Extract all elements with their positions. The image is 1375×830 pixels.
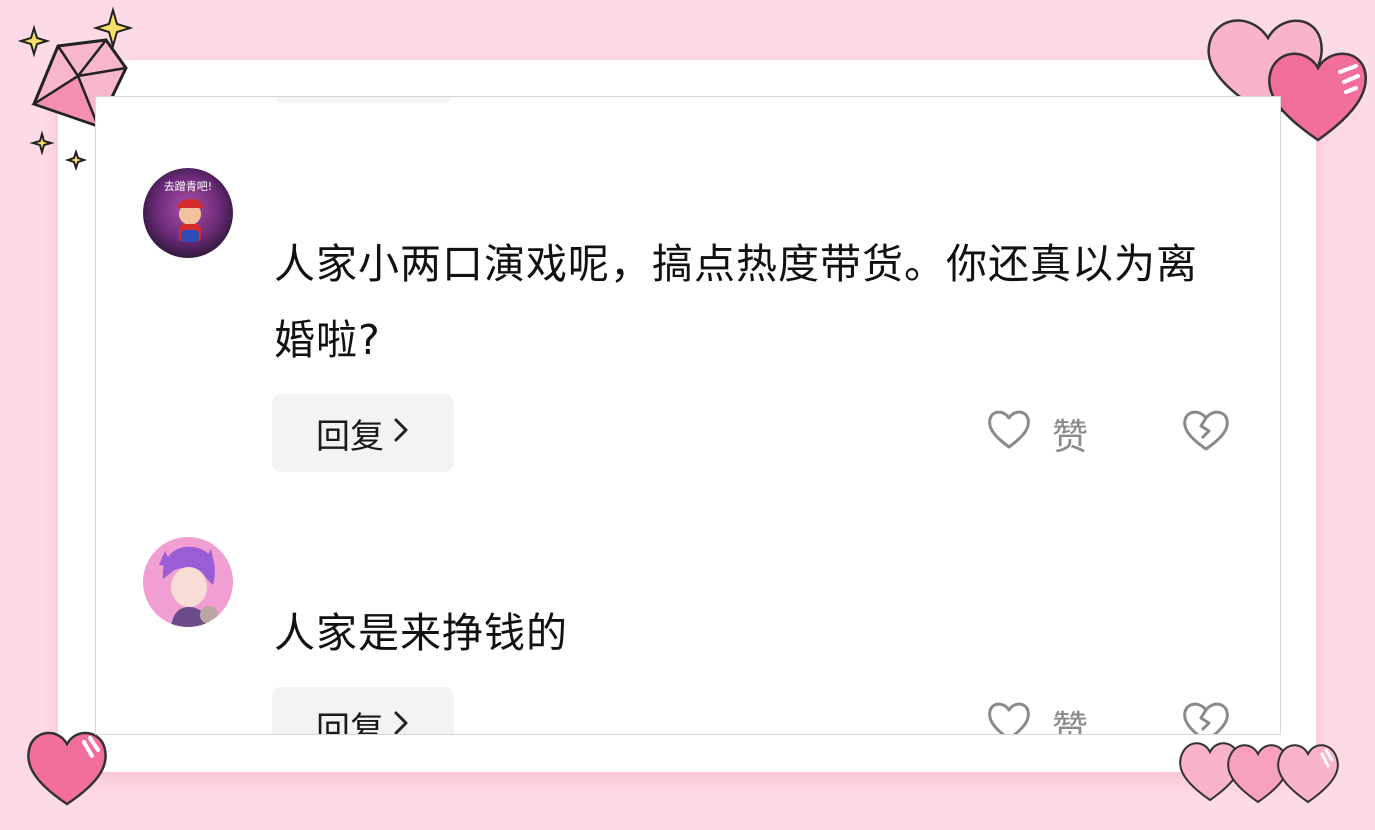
comment-text: 人家小两口演戏呢，搞点热度带货。你还真以为离婚啦?: [274, 240, 1198, 364]
avatar-image: [143, 537, 233, 627]
reply-button-cut-off[interactable]: [273, 97, 453, 103]
like-label: 赞: [1052, 416, 1089, 458]
heart-sticker-icon: [27, 731, 107, 806]
reply-button[interactable]: 回复: [272, 394, 454, 472]
like-button[interactable]: 赞: [986, 699, 1089, 735]
chevron-right-icon: [392, 416, 410, 451]
svg-text:去蹭青吧!: 去蹭青吧!: [164, 179, 212, 193]
avatar[interactable]: 去蹭青吧!: [143, 168, 233, 258]
avatar-image: 去蹭青吧!: [143, 168, 233, 258]
heart-outline-icon: [986, 699, 1032, 734]
like-button[interactable]: 赞: [986, 407, 1088, 460]
broken-heart-icon: [1183, 410, 1229, 451]
like-label: 赞: [1052, 708, 1089, 735]
broken-heart-icon: [1183, 702, 1229, 734]
hearts-row-sticker-icon: [1179, 742, 1339, 804]
dislike-button[interactable]: [1180, 407, 1232, 453]
avatar[interactable]: [143, 537, 233, 627]
heart-outline-icon: [986, 407, 1032, 460]
reply-label: 回复: [316, 709, 384, 735]
comment-list[interactable]: 去蹭青吧! 人家小两口演戏呢，搞点热度带货。你还真以为离婚啦? 回复 赞 人家是…: [95, 96, 1281, 735]
comment-text: 人家是来挣钱的: [274, 609, 568, 657]
chevron-right-icon: [392, 709, 410, 734]
dislike-button[interactable]: [1180, 699, 1232, 734]
reply-label: 回复: [316, 416, 384, 457]
reply-button[interactable]: 回复: [272, 687, 454, 735]
